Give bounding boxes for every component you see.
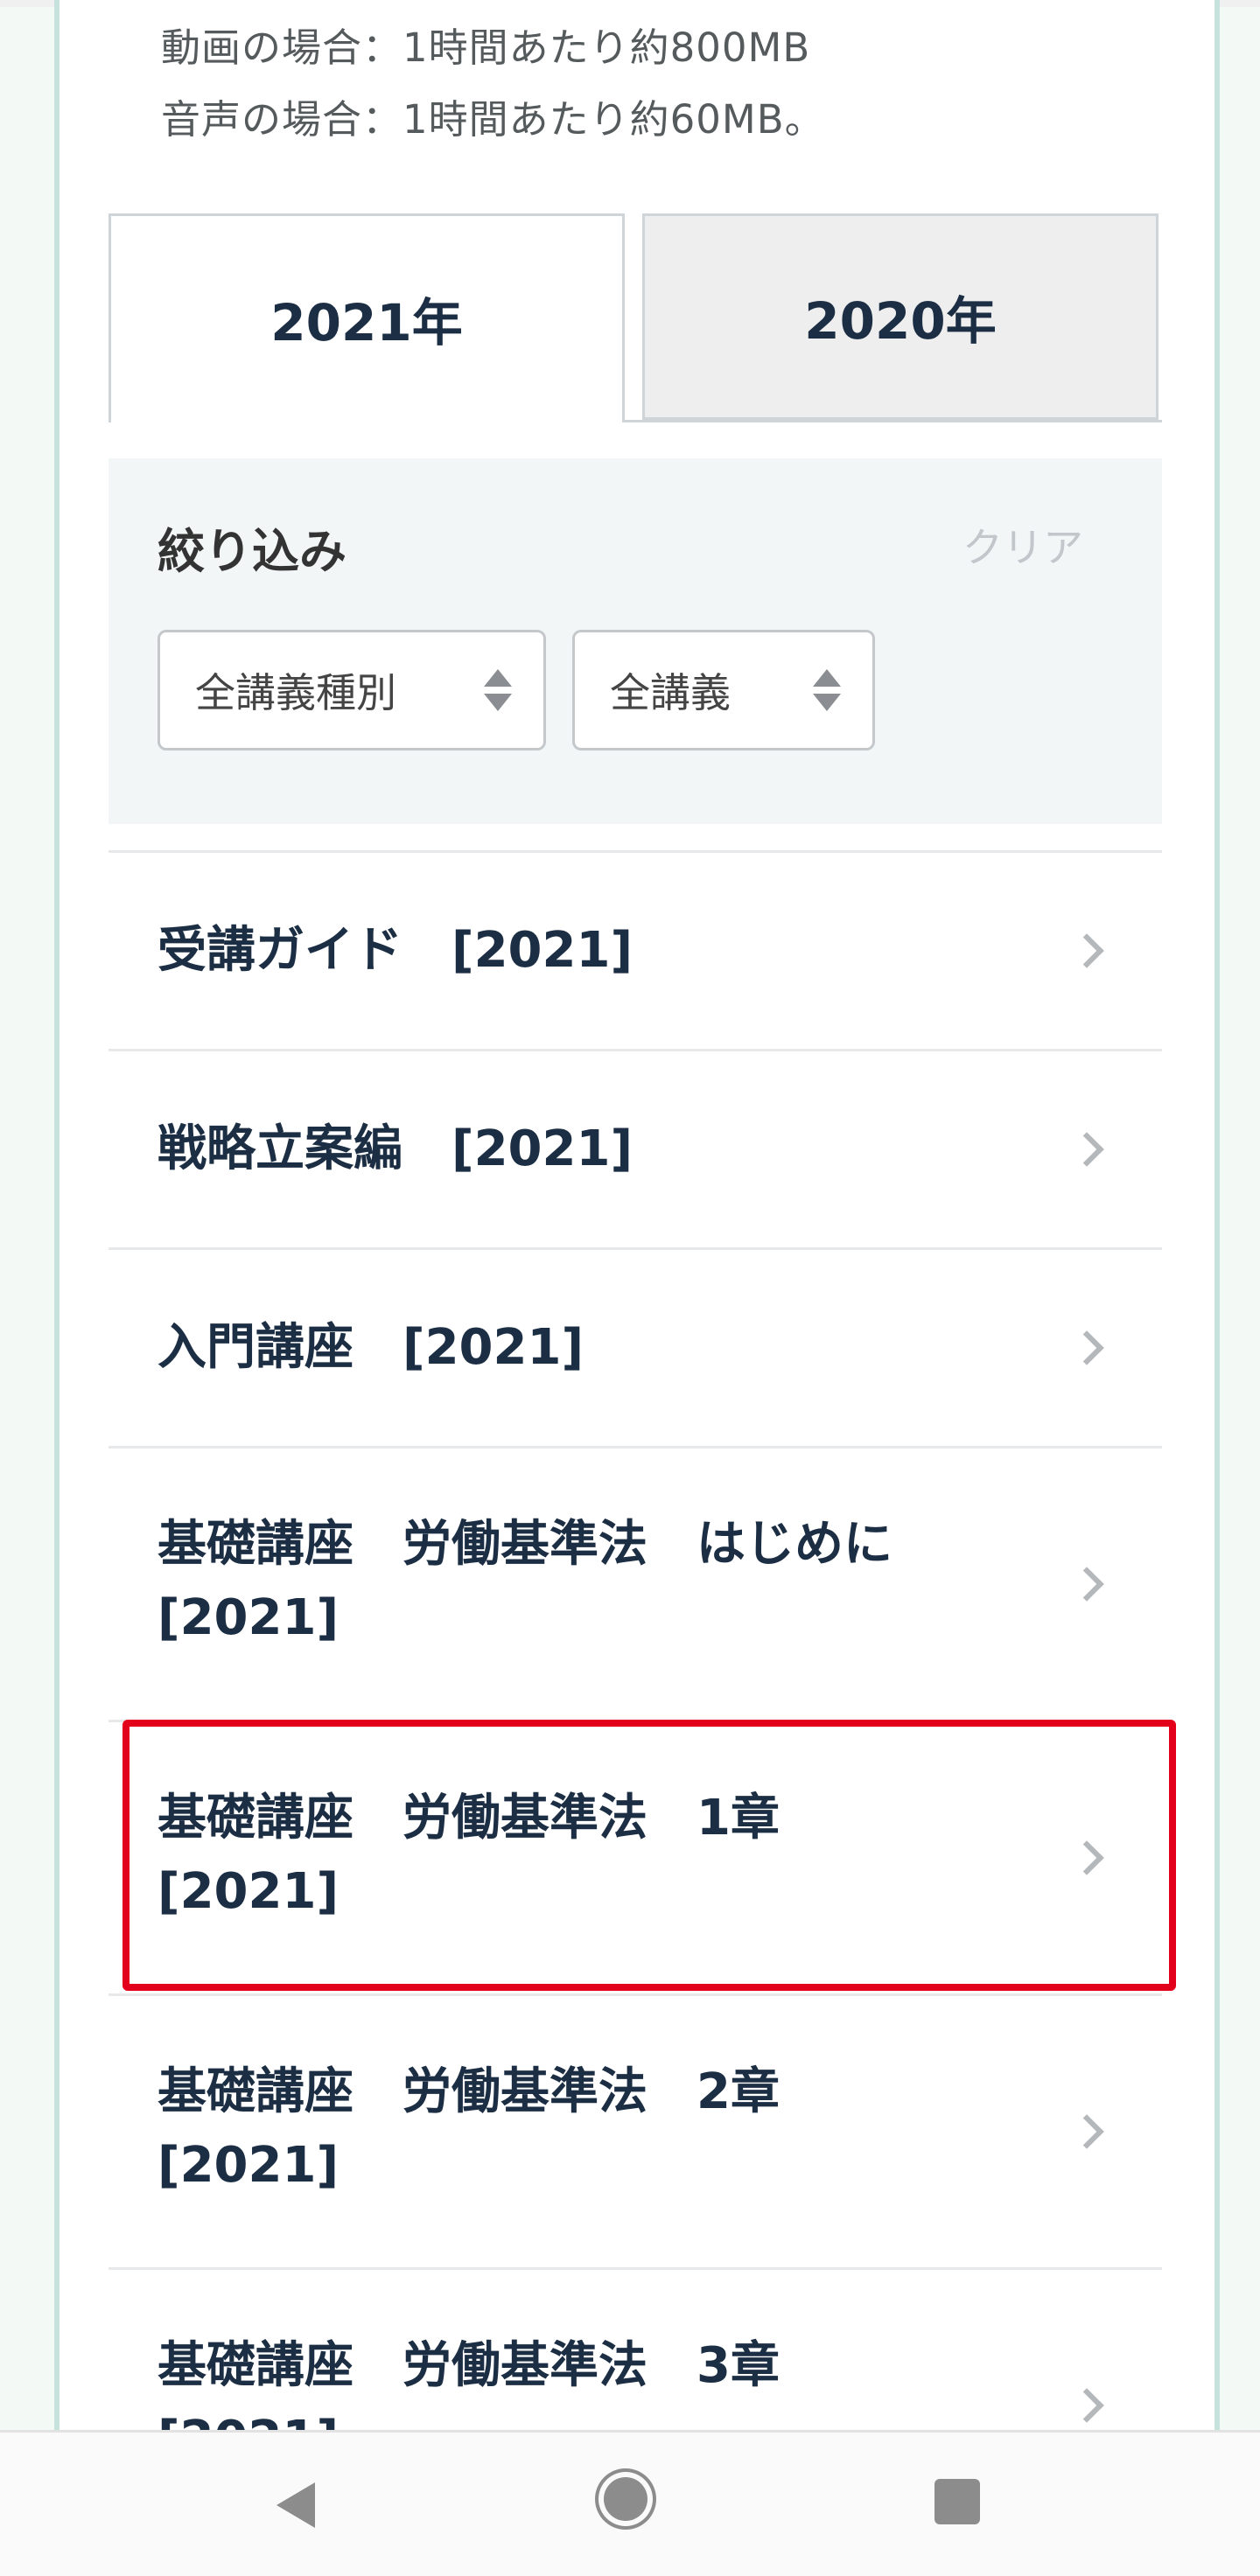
chevron-right-icon: [1069, 1330, 1104, 1365]
recent-apps-icon[interactable]: [934, 2479, 980, 2524]
lecture-item-guide[interactable]: 受講ガイド [2021]: [108, 853, 1162, 1049]
lecture-list: 受講ガイド [2021] 戦略立案編 [2021] 入門講座 [2021] 基礎…: [108, 850, 1162, 2430]
lecture-item-basics-ch1[interactable]: 基礎講座 労働基準法 1章 [2021]: [108, 1722, 1162, 1993]
select-arrows-icon: [813, 669, 841, 713]
lecture-title: 基礎講座 労働基準法 はじめに [2021]: [158, 1516, 892, 1646]
lecture-title: 戦略立案編 [2021]: [158, 1120, 634, 1177]
lecture-item-basics-ch2[interactable]: 基礎講座 労働基準法 2章 [2021]: [108, 1996, 1162, 2267]
home-icon[interactable]: [604, 2477, 648, 2521]
filter-panel: 絞り込み クリア 全講義種別 全講義: [108, 458, 1162, 824]
chevron-right-icon: [1069, 1567, 1104, 1602]
lecture-item-strategy[interactable]: 戦略立案編 [2021]: [108, 1051, 1162, 1247]
lecture-select-value: 全講義: [610, 669, 731, 716]
filter-title: 絞り込み: [158, 524, 346, 579]
lecture-title: 基礎講座 労働基準法 1章 [2021]: [158, 1790, 780, 1920]
back-icon[interactable]: [276, 2482, 315, 2528]
lecture-title: 受講ガイド [2021]: [158, 922, 634, 979]
lecture-item-intro[interactable]: 入門講座 [2021]: [108, 1250, 1162, 1446]
select-arrows-icon: [484, 669, 512, 713]
clear-button[interactable]: クリア: [962, 516, 1083, 574]
video-size-note: 動画の場合：1時間あたり約800MB: [161, 24, 811, 71]
tab-2020[interactable]: 2020年: [642, 213, 1158, 420]
lecture-select[interactable]: 全講義: [572, 630, 875, 750]
lecture-title: 基礎講座 労働基準法 2章 [2021]: [158, 2063, 780, 2194]
page-content: 動画の場合：1時間あたり約800MB 音声の場合：1時間あたり約60MB。 20…: [54, 0, 1220, 2430]
tab-2021[interactable]: 2021年: [108, 213, 625, 420]
category-select-value: 全講義種別: [195, 669, 396, 716]
chevron-right-icon: [1069, 933, 1104, 968]
lecture-title: 基礎講座 労働基準法 3章[2021]: [158, 2337, 780, 2430]
chevron-right-icon: [1069, 2114, 1104, 2149]
audio-size-note: 音声の場合：1時間あたり約60MB。: [161, 96, 825, 143]
chevron-right-icon: [1069, 1132, 1104, 1167]
chevron-right-icon: [1069, 1840, 1104, 1875]
year-tabs: 2021年 2020年: [108, 213, 1162, 422]
lecture-item-basics-ch3[interactable]: 基礎講座 労働基準法 3章[2021]: [108, 2270, 1162, 2430]
lecture-item-basics-intro[interactable]: 基礎講座 労働基準法 はじめに [2021]: [108, 1449, 1162, 1720]
lecture-title: 入門講座 [2021]: [158, 1319, 584, 1376]
category-select[interactable]: 全講義種別: [158, 630, 546, 750]
chevron-right-icon: [1069, 2388, 1104, 2423]
